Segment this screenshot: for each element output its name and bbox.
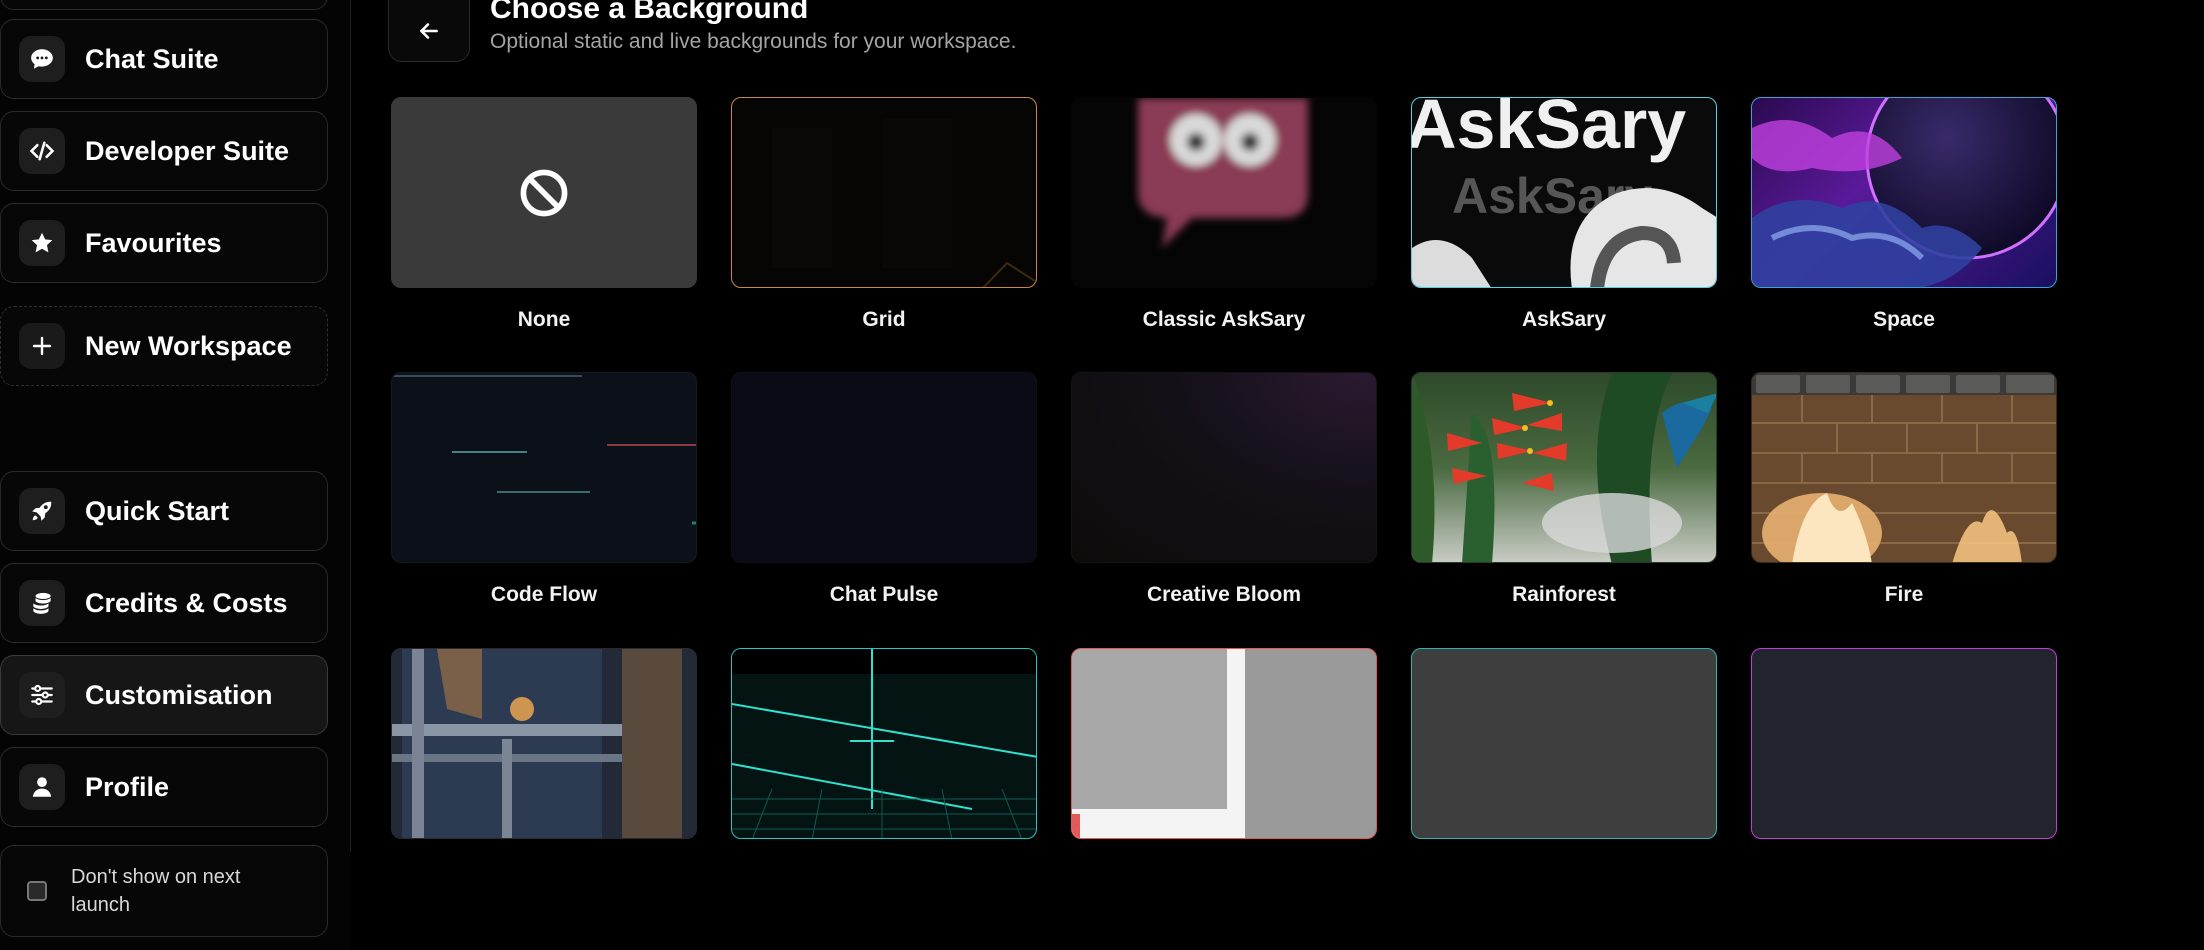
asksary-logo-image: AskSary AskSary [1412,98,1716,287]
back-button[interactable] [388,0,470,62]
background-label: AskSary [1521,308,1607,331]
dont-show-row: Don't show on next launch [0,845,328,937]
background-option-row3-4[interactable] [1411,648,1717,839]
sidebar-item-customisation[interactable]: Customisation [0,655,328,735]
background-option-chat-pulse[interactable]: Chat Pulse [731,372,1037,606]
sidebar-item-label: Favourites [85,227,222,258]
background-thumbnail [731,372,1037,563]
background-thumbnail [731,648,1037,839]
background-thumbnail [1071,97,1377,288]
background-option-creative-bloom[interactable]: Creative Bloom [1071,372,1377,606]
background-label: Space [1873,308,1935,331]
background-label: Fire [1884,583,1924,606]
sidebar-item-label: Developer Suite [85,135,290,166]
block-pattern-image [1072,649,1245,838]
background-thumbnail [1751,372,2057,563]
svg-text:AskSary: AskSary [1412,98,1686,163]
background-option-code-flow[interactable]: Code Flow [391,372,697,606]
background-label: Code Flow [490,583,598,606]
background-option-space[interactable]: Space [1751,97,2057,331]
background-label: Grid [862,308,906,331]
background-option-fire[interactable]: Fire [1751,372,2057,606]
background-thumbnail [731,97,1037,288]
background-option-row3-3[interactable] [1071,648,1377,839]
fireplace-image [1752,373,2056,562]
space-planet-image [1752,98,2056,287]
sidebar: Chat Suite Developer Suite Favourites Ne… [0,0,351,950]
chat-bubble-icon [19,36,65,82]
sidebar-item-chat-suite[interactable]: Chat Suite [0,19,328,99]
background-label: Creative Bloom [1146,583,1302,606]
sidebar-item-label: New Workspace [85,330,292,361]
sidebar-item-label: Customisation [85,679,273,710]
background-thumbnail [1071,372,1377,563]
sidebar-item-developer-suite[interactable]: Developer Suite [0,111,328,191]
background-thumbnail [391,372,697,563]
background-thumbnail [1411,648,1717,839]
page-subtitle: Optional static and live backgrounds for… [490,30,1017,53]
background-thumbnail [391,648,697,839]
background-thumbnail [1071,648,1377,839]
coins-icon [19,580,65,626]
background-option-row3-5[interactable] [1751,648,2057,839]
background-option-grid[interactable]: Grid [731,97,1037,331]
background-option-classic-asksary[interactable]: Classic AskSary [1071,97,1377,331]
sidebar-item-label: Quick Start [85,495,230,526]
arrow-left-icon [420,23,438,39]
rocket-icon [19,488,65,534]
background-thumbnail: AskSary AskSary [1411,97,1717,288]
code-icon [19,128,65,174]
ban-icon [520,169,568,216]
sidebar-item-profile[interactable]: Profile [0,747,328,827]
sidebar-item-credits-costs[interactable]: Credits & Costs [0,563,328,643]
viewport-clip [350,852,2204,950]
dont-show-label[interactable]: Don't show on next launch [71,863,291,919]
background-label: Classic AskSary [1142,308,1306,331]
sliders-icon [19,672,65,718]
robot-mascot-image [1138,98,1308,248]
sidebar-item-label: Credits & Costs [85,587,288,618]
background-thumbnail [1751,648,2057,839]
plus-icon [19,323,65,369]
user-icon [19,764,65,810]
background-option-row3-1[interactable] [391,648,697,839]
background-thumbnail [391,97,697,288]
background-option-rainforest[interactable]: Rainforest [1411,372,1717,606]
window-scene-image [392,649,696,838]
background-option-asksary[interactable]: AskSary AskSary AskSary [1411,97,1717,331]
background-option-row3-2[interactable] [731,648,1037,839]
background-label: None [517,308,571,331]
code-flow-lines [392,375,696,525]
background-label: Chat Pulse [829,583,939,606]
grid-pattern [772,118,1036,287]
sidebar-item-label: Chat Suite [85,43,219,74]
background-thumbnail [1411,372,1717,563]
background-option-none[interactable]: None [391,97,697,331]
sidebar-item-label: Profile [85,771,170,802]
sidebar-item-new-workspace[interactable]: New Workspace [0,306,328,386]
sidebar-item-quick-start[interactable]: Quick Start [0,471,328,551]
page-title: Choose a Background [490,0,809,25]
rainforest-image [1412,373,1716,562]
sidebar-item-favourites[interactable]: Favourites [0,203,328,283]
sidebar-item-partial-top[interactable] [0,0,328,10]
hud-grid-image [732,649,1036,838]
star-icon [19,220,65,266]
background-label: Rainforest [1512,583,1616,606]
background-thumbnail [1751,97,2057,288]
dont-show-checkbox[interactable] [27,881,47,901]
